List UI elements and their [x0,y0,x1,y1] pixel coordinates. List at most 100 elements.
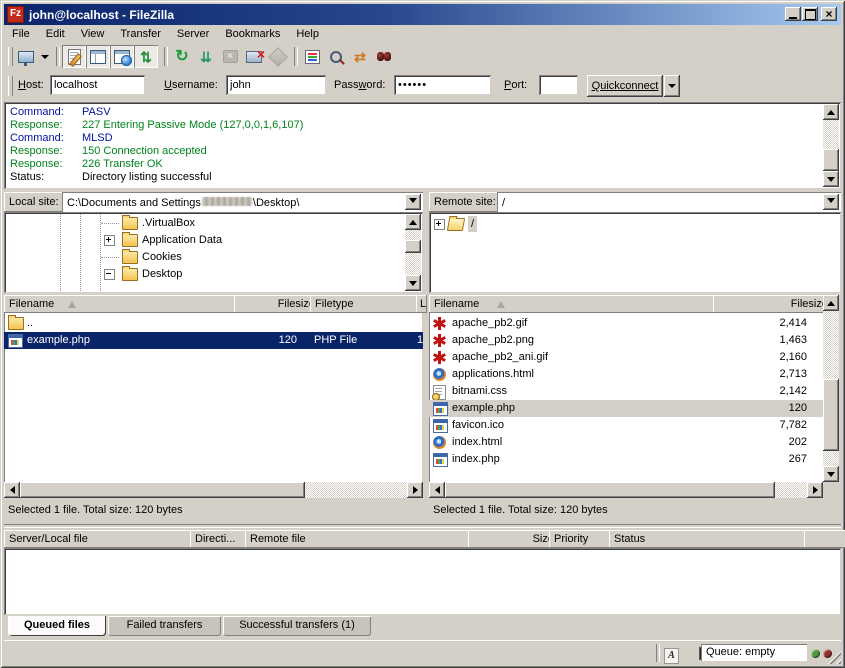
site-manager-dropdown-button[interactable] [38,45,51,68]
transfer-type-icon[interactable] [664,648,679,664]
local-tree-scrollbar[interactable] [405,214,421,291]
menu-view[interactable]: View [73,26,113,42]
menu-file[interactable]: File [4,26,38,42]
toggle-local-tree-button[interactable] [86,45,110,68]
close-button[interactable]: × [821,7,837,21]
file-row[interactable]: apache_pb2_ani.gif2,160 [429,349,823,366]
disconnect-button[interactable] [242,45,266,68]
tree-item-virtualbox[interactable]: .VirtualBox [4,215,404,231]
column-header-server-local-file[interactable]: Server/Local file [4,530,200,548]
find-files-button[interactable] [372,45,396,68]
scroll-left-button[interactable] [4,482,20,498]
column-header-status[interactable]: Status [609,530,814,548]
toggle-remote-tree-button[interactable] [110,45,134,68]
scrollbar-thumb[interactable] [445,482,775,498]
collapse-minus-icon[interactable] [104,269,115,280]
tree-item-desktop[interactable]: Desktop [4,266,404,282]
directory-listing-filters-button[interactable] [300,45,324,68]
process-queue-button[interactable]: ⇊ [194,45,218,68]
quickconnect-button[interactable]: Quickconnect [587,75,663,97]
quickbar-grip[interactable] [8,76,13,96]
tab-queued-files[interactable]: Queued files [8,616,106,636]
file-row[interactable]: apache_pb2.gif2,414 [429,315,823,332]
scrollbar-thumb[interactable] [823,379,839,451]
synchronized-browsing-button[interactable]: ⇄ [348,45,372,68]
splitter[interactable] [4,524,841,528]
cancel-operation-button[interactable]: × [218,45,242,68]
scroll-right-button[interactable] [407,482,423,498]
file-row[interactable]: bitnami.css2,142 [429,383,823,400]
remote-list-hscrollbar[interactable] [429,482,823,498]
file-type: PHP File [314,332,357,349]
file-row[interactable]: apache_pb2.png1,463 [429,332,823,349]
host-input[interactable] [50,75,145,95]
local-list-hscrollbar[interactable] [4,482,423,498]
remote-list-header: Filename Filesize [429,295,823,313]
toggle-queue-button[interactable]: ⇅ [134,45,158,68]
menu-edit[interactable]: Edit [38,26,73,42]
expand-plus-icon[interactable] [104,235,115,246]
column-header-last-modified[interactable]: L [416,295,427,313]
column-header-filesize[interactable]: Filesize [234,295,320,313]
local-site-dropdown-button[interactable] [405,194,421,210]
scroll-right-button[interactable] [807,482,823,498]
menu-transfer[interactable]: Transfer [112,26,169,42]
quickconnect-dropdown-button[interactable] [664,75,680,97]
file-row[interactable]: index.php267 [429,451,823,468]
scroll-up-button[interactable] [823,295,839,311]
menu-server[interactable]: Server [169,26,217,42]
remote-site-label: Remote site: [429,192,502,212]
filter-icon [305,50,320,64]
site-manager-button[interactable] [14,45,38,68]
column-header-filename[interactable]: Filename [4,295,244,313]
log-scrollbar[interactable] [823,104,839,187]
scroll-down-button[interactable] [405,275,421,291]
port-input[interactable] [539,75,578,95]
file-row-updir[interactable]: .. [4,315,423,332]
remote-site-dropdown-button[interactable] [823,194,839,210]
column-header-filetype[interactable]: Filetype [310,295,426,313]
file-row[interactable]: applications.html2,713 [429,366,823,383]
toolbar-grip[interactable] [8,47,13,66]
menu-help[interactable]: Help [288,26,327,42]
title-bar[interactable]: Fz john@localhost - FileZilla × [4,4,841,25]
directory-comparison-button[interactable] [324,45,348,68]
file-row-example-php[interactable]: example.php 120 PHP File 1 [4,332,423,349]
scroll-up-button[interactable] [405,214,421,230]
tab-failed-transfers[interactable]: Failed transfers [108,616,221,636]
tab-successful-transfers[interactable]: Successful transfers (1) [223,616,371,636]
column-header-filename[interactable]: Filename [429,295,723,313]
toggle-message-log-button[interactable] [62,45,86,68]
menu-bookmarks[interactable]: Bookmarks [217,26,288,42]
scrollbar-thumb[interactable] [405,240,421,253]
scrollbar-thumb[interactable] [20,482,305,498]
local-site-combo[interactable]: C:\Documents and Settings\Desktop\ [62,192,423,212]
scroll-down-button[interactable] [823,171,839,187]
scroll-up-button[interactable] [823,104,839,120]
tree-item-application-data[interactable]: Application Data [4,232,404,248]
scroll-down-button[interactable] [823,466,839,482]
password-input[interactable] [394,75,491,95]
remote-site-combo[interactable]: / [497,192,841,212]
remote-list-scrollbar[interactable] [823,295,839,482]
file-row[interactable]: favicon.ico7,782 [429,417,823,434]
minimize-button[interactable] [785,7,801,21]
queue-list[interactable] [4,548,841,615]
column-header-filesize[interactable]: Filesize [713,295,833,313]
tree-item-root[interactable]: / [429,216,829,232]
file-row-selected[interactable]: example.php120 [429,400,823,417]
maximize-button[interactable] [802,7,818,21]
username-input[interactable] [226,75,326,95]
scroll-left-button[interactable] [429,482,445,498]
expand-plus-icon[interactable] [434,219,445,230]
reconnect-button[interactable] [266,45,290,68]
file-size: 2,414 [713,315,807,332]
file-row[interactable]: index.html202 [429,434,823,451]
tree-item-cookies[interactable]: Cookies [4,249,404,265]
queue-status-pane: Queue: empty [701,644,807,661]
file-size: 7,782 [713,417,807,434]
column-header-remote-file[interactable]: Remote file [245,530,478,548]
column-header-size[interactable]: Size [468,530,559,548]
scrollbar-thumb[interactable] [823,149,839,171]
refresh-button[interactable]: ↻ [170,45,194,68]
